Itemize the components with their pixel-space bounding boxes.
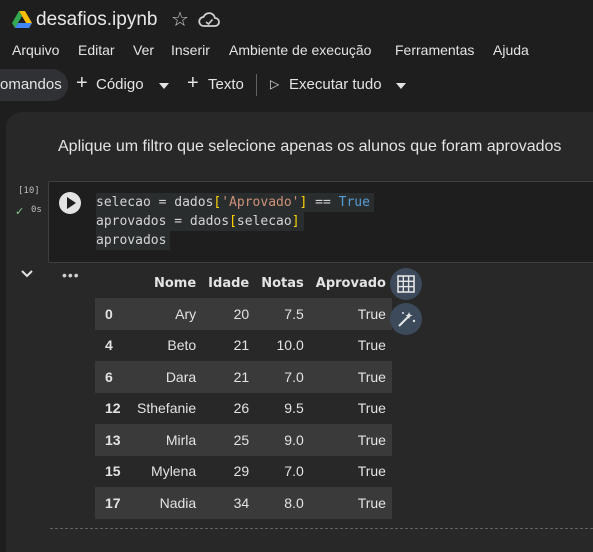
star-icon[interactable]: ☆ bbox=[171, 10, 189, 30]
table-row: 13 Mirla 25 9.0 True bbox=[95, 424, 392, 456]
cell-idade: 26 bbox=[233, 400, 250, 417]
run-all-button[interactable]: Executar tudo bbox=[289, 76, 382, 93]
code-line-2: aprovados = dados[selecao] bbox=[96, 212, 304, 231]
cell-nome: Sthefanie bbox=[137, 400, 197, 417]
code-editor[interactable]: selecao = dados['Aprovado'] == True apro… bbox=[96, 193, 374, 250]
table-row: 6 Dara 21 7.0 True bbox=[95, 361, 392, 393]
cell-idade: 21 bbox=[233, 337, 250, 354]
menu-arquivo[interactable]: Arquivo bbox=[12, 42, 59, 58]
execution-count: [10] bbox=[18, 186, 40, 196]
menu-ajuda[interactable]: Ajuda bbox=[493, 42, 529, 58]
menu-ambiente[interactable]: Ambiente de execução bbox=[229, 42, 371, 58]
table-header-row: Nome Idade Notas Aprovado bbox=[95, 268, 392, 298]
row-index: 17 bbox=[95, 487, 131, 519]
cell-notas: 7.0 bbox=[255, 361, 310, 393]
toolbar-divider bbox=[256, 74, 257, 96]
cell-aprovado: True bbox=[357, 337, 386, 354]
menu-ver[interactable]: Ver bbox=[133, 42, 154, 58]
table-row: 0 Ary 20 7.5 True bbox=[95, 298, 392, 330]
add-code-button[interactable]: Código bbox=[96, 76, 144, 93]
table-header: Nome bbox=[153, 275, 197, 291]
cell-aprovado: True bbox=[309, 298, 392, 330]
cell-notas: 7.5 bbox=[255, 298, 310, 330]
run-all-dropdown-icon[interactable] bbox=[396, 83, 406, 89]
cell-notas: 9.0 bbox=[255, 424, 310, 456]
code-line-3: aprovados bbox=[96, 231, 171, 250]
cell-divider bbox=[50, 528, 593, 529]
cell-aprovado: True bbox=[309, 487, 392, 519]
table-row: 12 Sthefanie 26 9.5 True bbox=[95, 393, 392, 425]
row-index: 0 bbox=[95, 298, 131, 330]
cell-idade: 20 bbox=[202, 298, 256, 330]
execution-time: 0s bbox=[31, 205, 42, 215]
cloud-icon[interactable] bbox=[198, 11, 220, 29]
cell-notas: 9.5 bbox=[284, 400, 304, 417]
code-line-1: selecao = dados['Aprovado'] == True bbox=[96, 193, 374, 212]
menu-bar: Arquivo Editar Ver Inserir Ambiente de e… bbox=[0, 40, 593, 62]
play-icon bbox=[67, 197, 76, 209]
convert-to-table-button[interactable] bbox=[390, 268, 422, 300]
cell-notas: 7.0 bbox=[284, 463, 304, 480]
cell-nome: Mylena bbox=[151, 463, 197, 480]
row-index: 4 bbox=[105, 337, 113, 354]
toolbar: omandos + Código + Texto ▷ Executar tudo bbox=[0, 64, 593, 106]
commands-label: omandos bbox=[0, 76, 62, 93]
dataframe-table: Nome Idade Notas Aprovado 0 Ary 20 7.5 T… bbox=[95, 268, 392, 519]
suggest-charts-button[interactable] bbox=[390, 303, 422, 335]
table-row: 15 Mylena 29 7.0 True bbox=[95, 456, 392, 488]
add-text-icon: + bbox=[187, 72, 199, 94]
cell-nome: Nadia bbox=[131, 487, 203, 519]
menu-inserir[interactable]: Inserir bbox=[171, 42, 210, 58]
code-dropdown-icon[interactable] bbox=[159, 83, 169, 89]
cell-nome: Dara bbox=[131, 361, 203, 393]
add-text-button[interactable]: Texto bbox=[208, 76, 244, 93]
cell-aprovado: True bbox=[357, 463, 386, 480]
cell-idade: 29 bbox=[233, 463, 250, 480]
output-menu-icon[interactable]: ••• bbox=[62, 267, 80, 283]
cell-aprovado: True bbox=[309, 424, 392, 456]
table-row: 4 Beto 21 10.0 True bbox=[95, 330, 392, 362]
cell-idade: 21 bbox=[202, 361, 256, 393]
menu-editar[interactable]: Editar bbox=[78, 42, 115, 58]
table-icon bbox=[397, 275, 415, 293]
cell-nome: Mirla bbox=[131, 424, 203, 456]
run-all-icon: ▷ bbox=[270, 77, 280, 91]
check-icon: ✓ bbox=[15, 206, 25, 218]
row-index: 15 bbox=[105, 463, 121, 480]
magic-wand-icon bbox=[398, 312, 416, 327]
cell-aprovado: True bbox=[357, 400, 386, 417]
code-token: selecao = dados bbox=[96, 195, 214, 210]
cell-notas: 10.0 bbox=[276, 337, 304, 354]
table-row: 17 Nadia 34 8.0 True bbox=[95, 487, 392, 519]
table-header: Aprovado bbox=[315, 275, 386, 291]
cell-nome: Ary bbox=[131, 298, 203, 330]
table-header bbox=[95, 268, 131, 298]
text-cell[interactable]: Aplique um filtro que selecione apenas o… bbox=[58, 138, 561, 156]
table-header: Notas bbox=[261, 275, 304, 291]
cell-nome: Beto bbox=[167, 337, 197, 354]
drive-logo-icon[interactable] bbox=[12, 11, 32, 29]
row-index: 6 bbox=[95, 361, 131, 393]
add-code-icon: + bbox=[76, 72, 88, 94]
menu-ferramentas[interactable]: Ferramentas bbox=[395, 42, 474, 58]
cell-idade: 25 bbox=[202, 424, 256, 456]
cell-idade: 34 bbox=[202, 487, 256, 519]
table-header: Idade bbox=[208, 275, 250, 291]
cell-aprovado: True bbox=[309, 361, 392, 393]
chevron-down-icon[interactable] bbox=[20, 267, 34, 281]
row-index: 13 bbox=[95, 424, 131, 456]
notebook-title[interactable]: desafios.ipynb bbox=[36, 9, 157, 31]
cell-notas: 8.0 bbox=[255, 487, 310, 519]
row-index: 12 bbox=[105, 400, 121, 417]
